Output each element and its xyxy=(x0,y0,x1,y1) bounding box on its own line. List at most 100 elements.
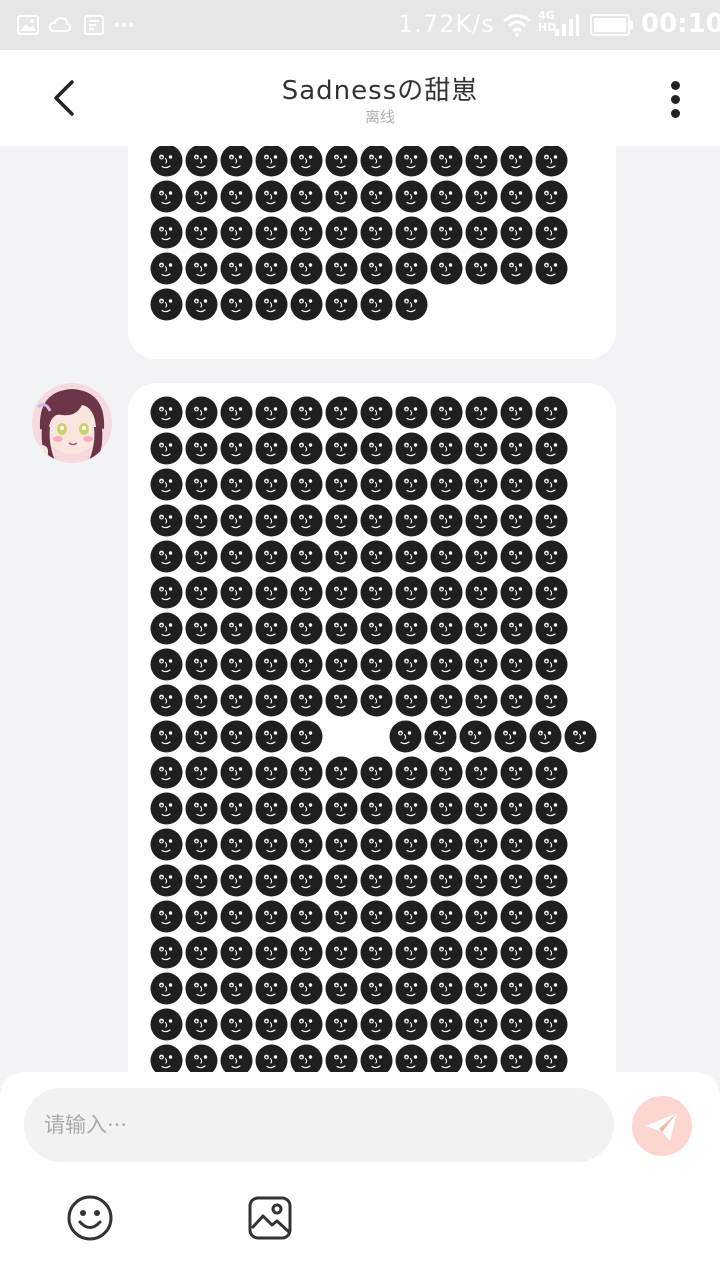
black-moon-face-emoji xyxy=(255,720,288,753)
black-moon-face-emoji xyxy=(255,756,288,789)
black-moon-face-emoji xyxy=(395,288,428,321)
black-moon-face-emoji xyxy=(185,864,218,897)
black-moon-face-emoji xyxy=(150,900,183,933)
black-moon-face-emoji xyxy=(360,864,393,897)
black-moon-face-emoji xyxy=(395,468,428,501)
battery-icon xyxy=(590,14,633,36)
black-moon-face-emoji xyxy=(150,1008,183,1041)
black-moon-face-emoji xyxy=(395,936,428,969)
black-moon-face-emoji xyxy=(185,1008,218,1041)
black-moon-face-emoji xyxy=(185,540,218,573)
black-moon-face-emoji xyxy=(360,432,393,465)
black-moon-face-emoji xyxy=(465,180,498,213)
cloud-icon xyxy=(48,16,72,32)
black-moon-face-emoji xyxy=(500,540,533,573)
black-moon-face-emoji xyxy=(500,396,533,429)
black-moon-face-emoji xyxy=(535,540,568,573)
black-moon-face-emoji xyxy=(500,972,533,1005)
black-moon-face-emoji xyxy=(150,146,183,177)
black-moon-face-emoji xyxy=(500,936,533,969)
message-bubble-contact[interactable] xyxy=(128,383,616,1072)
black-moon-face-emoji xyxy=(535,468,568,501)
black-moon-face-emoji xyxy=(255,432,288,465)
black-moon-face-emoji xyxy=(535,576,568,609)
black-moon-face-emoji xyxy=(430,540,463,573)
more-options-button[interactable] xyxy=(660,78,692,120)
black-moon-face-emoji xyxy=(360,828,393,861)
black-moon-face-emoji xyxy=(535,792,568,825)
image-button[interactable] xyxy=(246,1194,294,1242)
black-moon-face-emoji xyxy=(220,180,253,213)
black-moon-face-emoji xyxy=(500,1044,533,1072)
black-moon-face-emoji xyxy=(150,504,183,537)
black-moon-face-emoji xyxy=(220,792,253,825)
contact-name: Sadnessの甜崽 xyxy=(281,76,479,106)
status-bar: 1.72K/s 4G HD 00:10 xyxy=(0,0,720,50)
black-moon-face-emoji xyxy=(325,684,358,717)
black-moon-face-emoji xyxy=(465,792,498,825)
message-input[interactable] xyxy=(24,1088,614,1162)
black-moon-face-emoji xyxy=(360,612,393,645)
black-moon-face-emoji xyxy=(255,540,288,573)
black-moon-face-emoji xyxy=(500,612,533,645)
black-moon-face-emoji xyxy=(395,1044,428,1072)
black-moon-face-emoji xyxy=(535,900,568,933)
black-moon-face-emoji xyxy=(395,540,428,573)
black-moon-face-emoji xyxy=(185,720,218,753)
black-moon-face-emoji xyxy=(150,216,183,249)
black-moon-face-emoji xyxy=(395,576,428,609)
black-moon-face-emoji xyxy=(185,468,218,501)
black-moon-face-emoji xyxy=(150,252,183,285)
black-moon-face-emoji xyxy=(150,180,183,213)
black-moon-face-emoji xyxy=(535,1008,568,1041)
black-moon-face-emoji xyxy=(150,756,183,789)
black-moon-face-emoji xyxy=(360,288,393,321)
black-moon-face-emoji xyxy=(185,146,218,177)
image-icon xyxy=(17,15,39,35)
black-moon-face-emoji xyxy=(290,612,323,645)
black-moon-face-emoji xyxy=(360,900,393,933)
black-moon-face-emoji xyxy=(360,540,393,573)
black-moon-face-emoji xyxy=(290,432,323,465)
black-moon-face-emoji xyxy=(360,972,393,1005)
black-moon-face-emoji xyxy=(459,720,492,753)
black-moon-face-emoji xyxy=(185,288,218,321)
black-moon-face-emoji xyxy=(465,576,498,609)
black-moon-face-emoji xyxy=(255,828,288,861)
black-moon-face-emoji xyxy=(325,936,358,969)
black-moon-face-emoji xyxy=(325,432,358,465)
message-list[interactable] xyxy=(0,146,720,1072)
black-moon-face-emoji xyxy=(290,540,323,573)
black-moon-face-emoji xyxy=(255,972,288,1005)
black-moon-face-emoji xyxy=(220,648,253,681)
black-moon-face-emoji xyxy=(360,684,393,717)
black-moon-face-emoji xyxy=(465,468,498,501)
emoji-button[interactable] xyxy=(66,1194,114,1242)
black-moon-face-emoji xyxy=(430,396,463,429)
more-notifications-icon xyxy=(115,23,133,27)
message-bubble-self[interactable] xyxy=(128,146,616,359)
black-moon-face-emoji xyxy=(535,432,568,465)
black-moon-face-emoji xyxy=(255,252,288,285)
black-moon-face-emoji xyxy=(395,146,428,177)
black-moon-face-emoji xyxy=(325,828,358,861)
black-moon-face-emoji xyxy=(255,180,288,213)
black-moon-face-emoji xyxy=(325,468,358,501)
send-button[interactable] xyxy=(632,1096,692,1156)
black-moon-face-emoji xyxy=(220,146,253,177)
black-moon-face-emoji xyxy=(325,288,358,321)
black-moon-face-emoji xyxy=(290,972,323,1005)
black-moon-face-emoji xyxy=(465,146,498,177)
black-moon-face-emoji xyxy=(535,180,568,213)
black-moon-face-emoji xyxy=(150,396,183,429)
black-moon-face-emoji xyxy=(395,504,428,537)
black-moon-face-emoji xyxy=(185,792,218,825)
black-moon-face-emoji xyxy=(465,252,498,285)
black-moon-face-emoji xyxy=(395,180,428,213)
black-moon-face-emoji xyxy=(465,540,498,573)
black-moon-face-emoji xyxy=(430,684,463,717)
black-moon-face-emoji xyxy=(150,648,183,681)
contact-avatar[interactable] xyxy=(32,383,112,463)
black-moon-face-emoji xyxy=(150,288,183,321)
send-icon xyxy=(646,1113,677,1141)
